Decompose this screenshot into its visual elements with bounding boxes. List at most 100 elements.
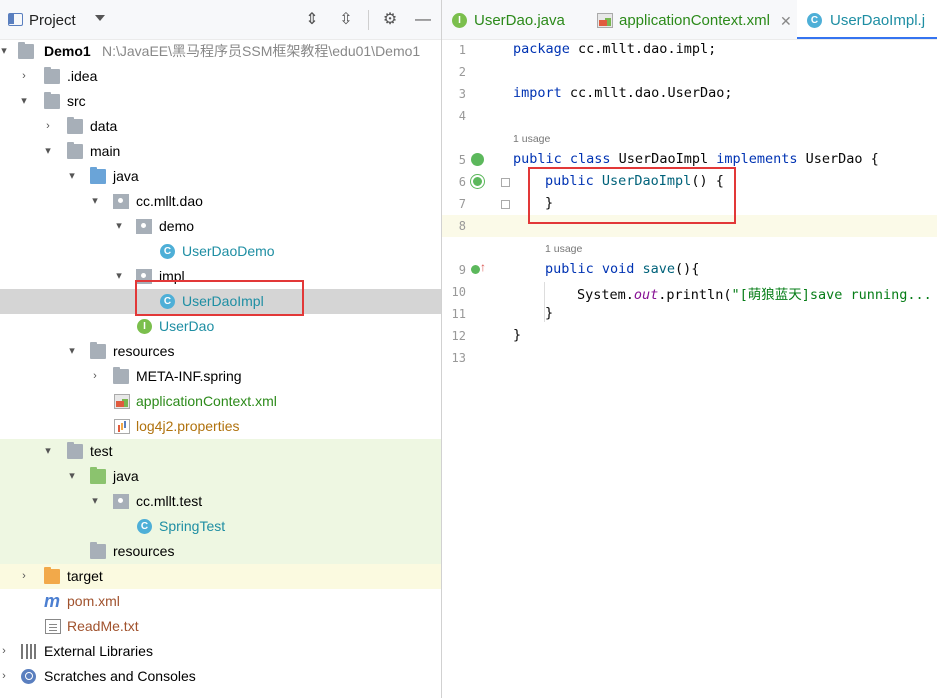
line-number: 7 — [458, 197, 466, 211]
tree-row-package-test[interactable]: ▾ cc.mllt.test — [0, 489, 441, 514]
chevron-right-icon[interactable]: › — [0, 639, 10, 664]
tree-label: pom.xml — [67, 593, 120, 609]
code-line-9[interactable]: public void save(){ — [545, 261, 699, 277]
line-number: 5 — [458, 153, 466, 167]
chevron-down-icon[interactable]: ▾ — [42, 439, 54, 464]
usage-hint[interactable]: 1 usage — [513, 133, 550, 145]
resources-folder-icon — [90, 342, 106, 359]
implements-gutter-icon[interactable] — [471, 153, 484, 166]
chevron-down-icon[interactable] — [95, 15, 105, 21]
arrow-up-icon[interactable]: ↑ — [480, 260, 486, 274]
tab-applicationcontext[interactable]: applicationContext.xml ✕ — [587, 0, 797, 39]
chevron-down-icon[interactable]: ▾ — [113, 264, 125, 289]
chevron-down-icon[interactable]: ▾ — [0, 39, 10, 64]
tab-userdao[interactable]: I UserDao.java — [442, 0, 587, 39]
code-text: UserDaoImpl — [610, 151, 717, 167]
chevron-down-icon[interactable]: ▾ — [113, 214, 125, 239]
tree-label: .idea — [67, 68, 98, 84]
string-literal: "[萌狼蓝天]save running... — [731, 287, 932, 303]
fold-marker-icon[interactable] — [501, 200, 510, 209]
fold-marker-icon[interactable] — [501, 178, 510, 187]
tree-row-main[interactable]: ▾ main — [0, 139, 441, 164]
expand-all-icon[interactable]: ⇕ — [302, 10, 322, 30]
test-source-folder-icon — [90, 467, 106, 484]
code-line-5[interactable]: public class UserDaoImpl implements User… — [513, 151, 879, 167]
chevron-down-icon[interactable]: ▾ — [66, 464, 78, 489]
code-line-1[interactable]: package cc.mllt.dao.impl; — [513, 41, 716, 57]
tree-label: java — [113, 468, 139, 484]
implements-method-icon[interactable] — [471, 265, 480, 274]
folder-icon — [44, 92, 60, 109]
code-line-12[interactable]: } — [513, 327, 521, 343]
scratches-icon — [21, 669, 36, 684]
tree-row-package-dao[interactable]: ▾ cc.mllt.dao — [0, 189, 441, 214]
tree-row-userdaodemo[interactable]: C UserDaoDemo — [0, 239, 441, 264]
keyword: public class — [513, 151, 611, 167]
line-number: 8 — [458, 219, 466, 233]
tree-row-pom[interactable]: m pom.xml — [0, 589, 441, 614]
tree-row-external-libraries[interactable]: › External Libraries — [0, 639, 441, 664]
chevron-right-icon[interactable]: › — [18, 64, 30, 89]
tree-row-readme[interactable]: ReadMe.txt — [0, 614, 441, 639]
tree-row-test-resources[interactable]: resources — [0, 539, 441, 564]
tree-row-java[interactable]: ▾ java — [0, 164, 441, 189]
chevron-down-icon[interactable]: ▾ — [18, 89, 30, 114]
package-icon — [113, 194, 129, 209]
tree-row-demo1[interactable]: ▾ Demo1 N:\JavaEE\黑马程序员SSM框架教程\edu01\Dem… — [0, 39, 441, 64]
chevron-right-icon[interactable]: › — [89, 364, 101, 389]
chevron-down-icon[interactable]: ▾ — [66, 164, 78, 189]
ide-window: Project ⇕ ⇳ ⚙ — ▾ Demo1 N:\JavaEE\黑马程序员S… — [0, 0, 937, 698]
editor-tabs: I UserDao.java applicationContext.xml ✕ … — [442, 0, 937, 40]
tree-label: resources — [113, 543, 175, 559]
code-text: .println( — [658, 287, 732, 303]
line-number: 10 — [451, 285, 466, 299]
tree-row-test-java[interactable]: ▾ java — [0, 464, 441, 489]
tree-row-applicationcontext[interactable]: applicationContext.xml — [0, 389, 441, 414]
tree-row-userdao[interactable]: I UserDao — [0, 314, 441, 339]
close-icon[interactable]: ✕ — [780, 0, 792, 39]
tree-row-demo[interactable]: ▾ demo — [0, 214, 441, 239]
keyword: import — [513, 85, 562, 101]
properties-icon — [114, 419, 130, 434]
tree-row-src[interactable]: ▾ src — [0, 89, 441, 114]
interface-icon: I — [137, 319, 152, 334]
collapse-all-icon[interactable]: ⇳ — [336, 10, 356, 30]
chevron-right-icon[interactable]: › — [42, 114, 54, 139]
chevron-down-icon[interactable]: ▾ — [42, 139, 54, 164]
tree-row-target[interactable]: › target — [0, 564, 441, 589]
tree-row-idea[interactable]: › .idea — [0, 64, 441, 89]
tree-row-scratches[interactable]: › Scratches and Consoles — [0, 664, 441, 689]
folder-icon — [67, 442, 83, 459]
project-panel-title[interactable]: Project — [29, 12, 76, 29]
code-line-10[interactable]: System.out.println("[萌狼蓝天]save running..… — [577, 283, 932, 303]
code-line-3[interactable]: import cc.mllt.dao.UserDao; — [513, 85, 732, 101]
tab-userdaoimpl[interactable]: C UserDaoImpl.j — [797, 0, 937, 39]
hide-panel-icon[interactable]: — — [413, 10, 433, 30]
tree-label: test — [90, 443, 113, 459]
code-text: System. — [577, 287, 634, 303]
tree-row-meta-inf[interactable]: › META-INF.spring — [0, 364, 441, 389]
tree-row-test[interactable]: ▾ test — [0, 439, 441, 464]
code-text: } — [545, 305, 554, 321]
folder-icon — [67, 117, 83, 134]
tree-label: main — [90, 143, 121, 159]
chevron-down-icon[interactable]: ▾ — [89, 489, 101, 514]
chevron-right-icon[interactable]: › — [18, 564, 30, 589]
xml-icon — [597, 13, 613, 28]
class-icon: C — [160, 244, 175, 259]
chevron-right-icon[interactable]: › — [0, 664, 10, 689]
usage-hint[interactable]: 1 usage — [545, 243, 582, 255]
line-number: 13 — [451, 351, 466, 365]
code-line-11[interactable]: } — [545, 305, 553, 321]
tree-row-log4j2[interactable]: log4j2.properties — [0, 414, 441, 439]
tree-row-springtest[interactable]: C SpringTest — [0, 514, 441, 539]
gear-icon[interactable]: ⚙ — [380, 10, 400, 30]
tree-label: UserDaoDemo — [182, 243, 275, 259]
chevron-down-icon[interactable]: ▾ — [89, 189, 101, 214]
chevron-down-icon[interactable]: ▾ — [66, 339, 78, 364]
tab-label: applicationContext.xml — [619, 12, 770, 29]
bean-gutter-icon[interactable] — [471, 175, 484, 188]
project-view-icon — [8, 13, 23, 26]
tree-row-data[interactable]: › data — [0, 114, 441, 139]
tree-row-resources[interactable]: ▾ resources — [0, 339, 441, 364]
